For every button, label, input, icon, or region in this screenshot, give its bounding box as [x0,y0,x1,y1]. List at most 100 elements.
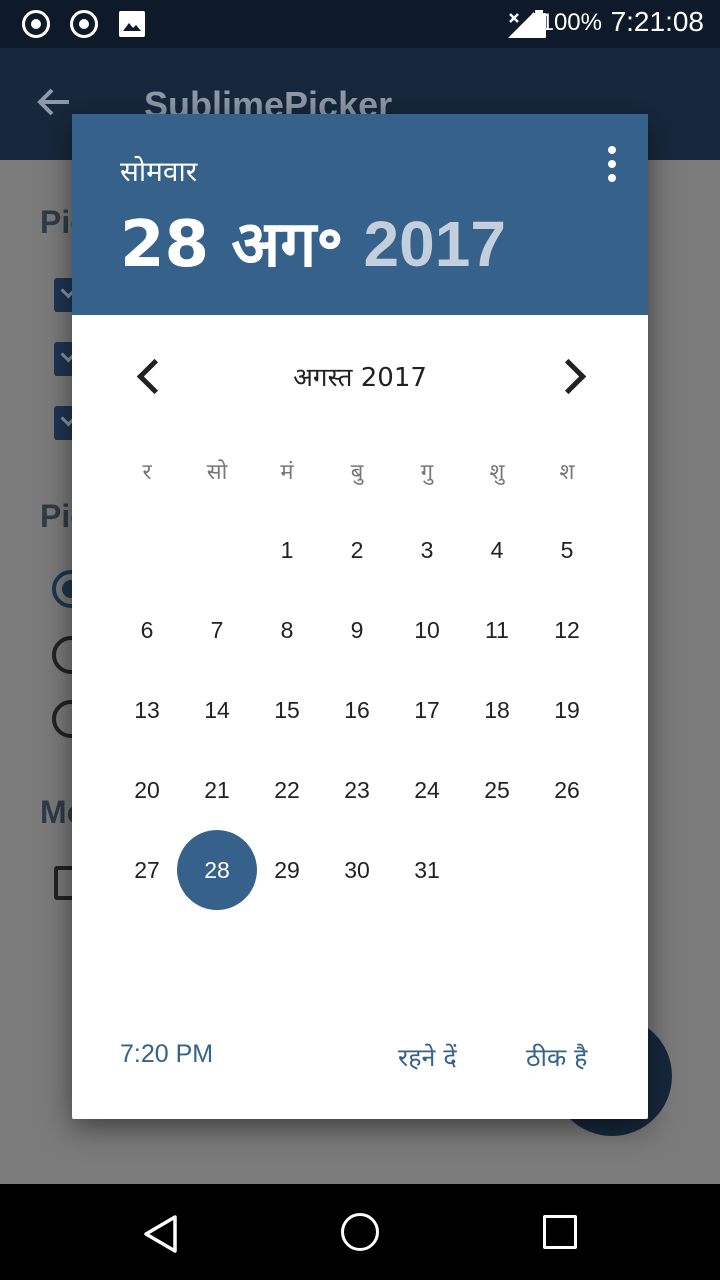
day-cell[interactable]: 19 [532,670,602,750]
day-number: 30 [344,856,370,883]
day-number: 18 [484,696,510,723]
weekday-label: शु [489,460,505,485]
day-number: 19 [554,696,580,723]
day-cell[interactable]: 22 [252,750,322,830]
time-switch-button[interactable]: 7:20 PM [120,1040,213,1069]
day-number: 11 [485,616,509,643]
day-number: 15 [274,696,300,723]
day-cell[interactable]: 17 [392,670,462,750]
day-cell[interactable]: 23 [322,750,392,830]
day-cell[interactable]: 9 [322,590,392,670]
day-number: 29 [274,856,300,883]
weekday-label: सो [206,460,228,485]
day-number: 6 [140,616,154,643]
day-number: 22 [274,776,300,803]
recents-square-icon[interactable] [543,1215,577,1249]
day-cell[interactable]: 14 [182,670,252,750]
day-cell-empty [112,510,182,590]
day-cell[interactable]: 20 [112,750,182,830]
day-number: 5 [560,536,574,563]
cancel-button[interactable]: रहने दें [398,1040,457,1074]
system-nav-bar [0,1184,720,1280]
selected-year[interactable]: 2017 [364,207,506,281]
day-cell[interactable]: 7 [182,590,252,670]
day-cell[interactable]: 13 [112,670,182,750]
day-number: 17 [414,696,440,723]
home-circle-icon[interactable] [341,1213,379,1251]
day-cell[interactable]: 16 [322,670,392,750]
day-cell[interactable]: 2 [322,510,392,590]
day-cell[interactable]: 4 [462,510,532,590]
day-number: 8 [280,616,294,643]
back-triangle-icon[interactable] [142,1214,178,1254]
day-number: 14 [204,696,230,723]
day-number: 23 [344,776,370,803]
day-cell[interactable]: 15 [252,670,322,750]
clock: 7:21:08 [610,6,704,37]
chevron-left-icon[interactable] [128,352,172,396]
weekday-label: गु [420,460,434,485]
calendar-grid: 1 2 3 4 5 6 7 8 9 10 11 12 13 14 15 16 17 18 19 20 21 22 23 24 2… [112,510,602,910]
day-number: 28 [204,856,230,883]
day-cell[interactable]: 27 [112,830,182,910]
day-number: 27 [134,856,160,883]
day-number: 25 [484,776,510,803]
status-bar: 100% 7:21:08 [0,0,720,48]
day-number: 16 [344,696,370,723]
selected-date[interactable]: 28 अग॰ [120,198,344,285]
day-number: 10 [414,616,440,643]
month-navigation: अगस्त 2017 [72,344,648,404]
record-icon [22,10,50,38]
day-number: 26 [554,776,580,803]
chevron-right-icon[interactable] [550,352,594,396]
day-number: 3 [420,536,434,563]
day-cell[interactable]: 26 [532,750,602,830]
dialog-header: सोमवार 28 अग॰ 2017 [72,114,648,315]
day-cell[interactable]: 1 [252,510,322,590]
day-number: 4 [490,536,504,563]
day-cell[interactable]: 30 [322,830,392,910]
weekday-label: श [559,460,575,485]
arrow-back-icon[interactable] [36,84,72,127]
date-picker-dialog: सोमवार 28 अग॰ 2017 अगस्त 2017 र सो मं बु गु श… [72,114,648,1119]
day-number: 24 [414,776,440,803]
more-vert-icon[interactable] [602,144,622,184]
day-cell[interactable]: 12 [532,590,602,670]
day-cell[interactable]: 21 [182,750,252,830]
day-cell[interactable]: 29 [252,830,322,910]
selected-date-row: 28 अग॰ 2017 [120,198,506,282]
day-number: 2 [350,536,364,563]
image-icon [118,10,146,38]
day-number: 13 [134,696,160,723]
month-label: अगस्त 2017 [293,363,427,393]
day-cell[interactable]: 3 [392,510,462,590]
day-cell[interactable]: 25 [462,750,532,830]
battery-percent: 100% [540,9,602,36]
day-number: 12 [554,616,580,643]
day-number: 20 [134,776,160,803]
dialog-footer: 7:20 PM रहने दें ठीक है [72,1026,648,1086]
day-cell[interactable]: 8 [252,590,322,670]
day-number: 9 [350,616,364,643]
weekday-header: र सो मं बु गु शु श [112,456,602,492]
day-of-week: सोमवार [120,155,198,188]
day-number: 21 [204,776,230,803]
day-cell[interactable]: 6 [112,590,182,670]
day-cell[interactable]: 24 [392,750,462,830]
day-number: 1 [280,536,294,563]
day-cell[interactable]: 31 [392,830,462,910]
day-cell[interactable]: 11 [462,590,532,670]
weekday-label: बु [350,460,364,485]
record-icon [70,10,98,38]
day-cell[interactable]: 18 [462,670,532,750]
weekday-label: मं [280,460,294,485]
day-cell-selected[interactable]: 28 [177,830,257,910]
day-cell[interactable]: 10 [392,590,462,670]
weekday-label: र [142,460,152,485]
day-cell-empty [182,510,252,590]
signal-icon [506,10,534,38]
day-number: 31 [414,856,440,883]
day-cell[interactable]: 5 [532,510,602,590]
day-number: 7 [210,616,224,643]
ok-button[interactable]: ठीक है [526,1040,587,1074]
